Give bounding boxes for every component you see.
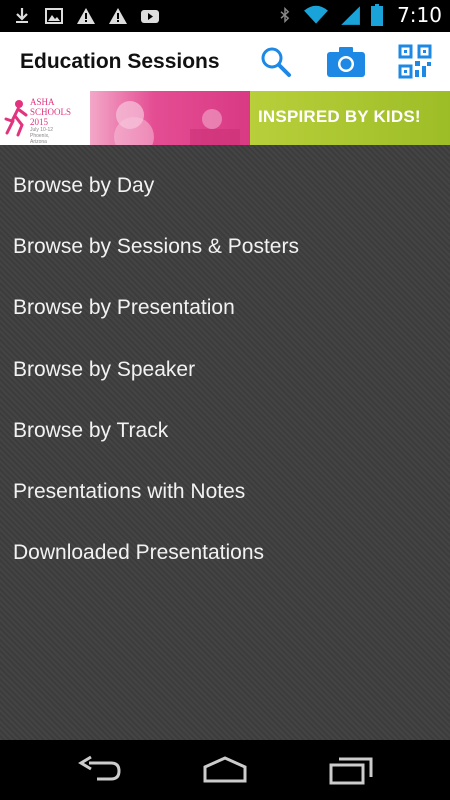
camera-icon[interactable]: [325, 44, 367, 80]
menu-item-browse-by-sessions-posters[interactable]: Browse by Sessions & Posters: [13, 235, 299, 259]
menu-item-browse-by-track[interactable]: Browse by Track: [13, 419, 168, 443]
back-icon[interactable]: [77, 755, 125, 785]
bluetooth-icon: [280, 6, 290, 24]
menu-item-downloaded-presentations[interactable]: Downloaded Presentations: [13, 541, 264, 565]
banner-tagline: INSPIRED BY KIDS!: [258, 107, 421, 126]
page-title: Education Sessions: [20, 50, 220, 73]
menu-item-presentations-with-notes[interactable]: Presentations with Notes: [13, 480, 245, 504]
menu-item-browse-by-day[interactable]: Browse by Day: [13, 174, 154, 198]
home-icon[interactable]: [201, 755, 249, 785]
asha-logo-text: ASHA SCHOOLS 2015: [30, 97, 72, 127]
sponsor-banner[interactable]: ASHA SCHOOLS 2015 July 10-12 Phoenix, Ar…: [0, 91, 450, 145]
youtube-icon: [141, 10, 159, 23]
warning-icon: [109, 8, 127, 24]
wifi-icon: [304, 5, 328, 24]
menu-list: Browse by Day Browse by Sessions & Poste…: [0, 145, 450, 740]
children-photo-icon: [114, 101, 240, 145]
clock: 7:10: [397, 3, 442, 27]
battery-icon: [371, 4, 384, 26]
notification-icons: [12, 6, 160, 26]
system-icons: 7:10: [277, 3, 442, 27]
warning-icon: [77, 8, 95, 24]
asha-logo: ASHA SCHOOLS 2015 July 10-12 Phoenix, Ar…: [0, 91, 90, 145]
banner-photo: [90, 91, 250, 145]
asha-logo-subtext: July 10-12 Phoenix, Arizona: [30, 127, 54, 145]
status-bar: 7:10: [0, 0, 450, 32]
action-bar: Education Sessions: [0, 32, 450, 92]
download-icon: [16, 8, 28, 23]
banner-tagline-panel: INSPIRED BY KIDS!: [250, 91, 450, 145]
recent-apps-icon[interactable]: [327, 755, 375, 785]
navigation-bar: [0, 740, 450, 800]
image-icon: [45, 8, 63, 24]
signal-icon: [341, 6, 360, 25]
qr-code-icon[interactable]: [398, 44, 432, 80]
search-icon[interactable]: [258, 44, 294, 80]
menu-item-browse-by-presentation[interactable]: Browse by Presentation: [13, 296, 235, 320]
running-child-icon: [4, 100, 28, 137]
menu-item-browse-by-speaker[interactable]: Browse by Speaker: [13, 358, 195, 382]
